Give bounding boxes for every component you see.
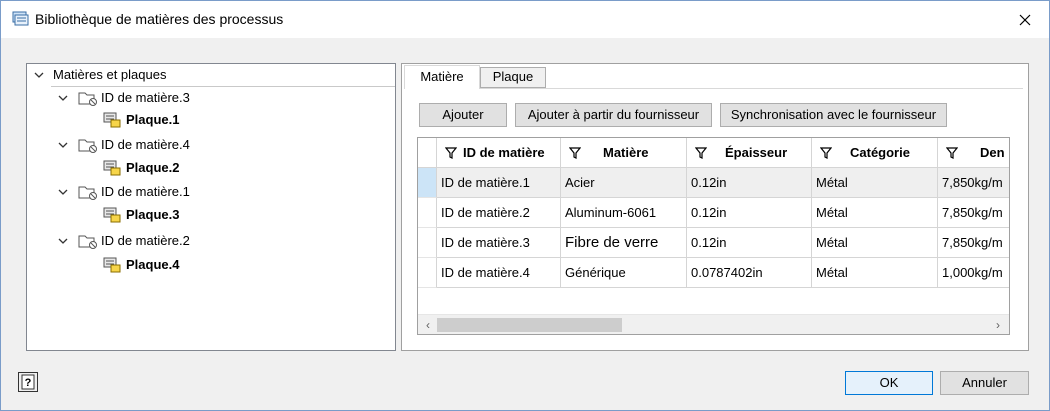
table-corner: [418, 138, 437, 168]
table-cell[interactable]: ID de matière.3: [437, 228, 561, 258]
tree-item-material[interactable]: ID de matière.2: [57, 230, 190, 252]
tree-plate-label: Plaque.1: [126, 112, 180, 127]
table-cell[interactable]: 0.12in: [687, 228, 812, 258]
column-header-id[interactable]: ID de matière: [437, 138, 561, 168]
tree-item-plate[interactable]: Plaque.4: [102, 254, 179, 276]
tree-item-label: ID de matière.4: [101, 137, 190, 152]
sync-supplier-button[interactable]: Synchronisation avec le fournisseur: [720, 103, 947, 127]
column-header-epaisseur[interactable]: Épaisseur: [687, 138, 812, 168]
close-icon[interactable]: [1015, 10, 1035, 30]
column-header-label: ID de matière: [463, 145, 545, 160]
chevron-down-icon[interactable]: [57, 139, 69, 151]
tree-item-material[interactable]: ID de matière.1: [57, 181, 190, 203]
table-cell[interactable]: Générique: [561, 258, 687, 288]
filter-icon[interactable]: [946, 147, 958, 159]
material-folder-icon: [78, 186, 97, 200]
table-cell[interactable]: ID de matière.4: [437, 258, 561, 288]
plate-icon: [103, 112, 121, 128]
tree-root-label: Matières et plaques: [51, 64, 395, 87]
chevron-down-icon[interactable]: [33, 69, 45, 81]
table-cell[interactable]: 0.0787402in: [687, 258, 812, 288]
svg-text:?: ?: [25, 377, 32, 389]
table-cell[interactable]: Métal: [812, 258, 938, 288]
column-header-categorie[interactable]: Catégorie: [812, 138, 938, 168]
chevron-down-icon[interactable]: [57, 186, 69, 198]
tree-plate-label: Plaque.4: [126, 257, 180, 272]
table-cell[interactable]: Métal: [812, 168, 938, 198]
row-selector[interactable]: [418, 198, 437, 228]
table-cell[interactable]: Métal: [812, 228, 938, 258]
table-cell[interactable]: Fibre de verre: [561, 228, 687, 258]
tree-plate-label: Plaque.2: [126, 160, 180, 175]
material-tree[interactable]: Matières et plaques ID de matière.3 Plaq…: [26, 63, 396, 351]
material-folder-icon: [78, 235, 97, 249]
material-folder-icon: [78, 139, 97, 153]
filter-icon[interactable]: [569, 147, 581, 159]
table-cell[interactable]: ID de matière.2: [437, 198, 561, 228]
table-cell[interactable]: 0.12in: [687, 168, 812, 198]
plate-icon: [103, 257, 121, 273]
table-cell[interactable]: 7,850kg/m: [938, 198, 1009, 228]
help-button[interactable]: ?: [18, 372, 38, 392]
table-cell[interactable]: 1,000kg/m: [938, 258, 1009, 288]
row-selector[interactable]: [418, 168, 437, 198]
plate-icon: [103, 207, 121, 223]
column-header-densite[interactable]: Den: [938, 138, 1009, 168]
cancel-button[interactable]: Annuler: [940, 371, 1029, 395]
column-header-label: Den: [980, 145, 1005, 160]
row-selector[interactable]: [418, 258, 437, 288]
tree-item-plate[interactable]: Plaque.2: [102, 157, 179, 179]
scroll-right-icon[interactable]: ›: [991, 318, 1005, 332]
table-cell[interactable]: ID de matière.1: [437, 168, 561, 198]
column-header-label: Matière: [603, 145, 649, 160]
tab-plaque[interactable]: Plaque: [480, 67, 546, 88]
ok-button[interactable]: OK: [845, 371, 933, 395]
tree-item-material[interactable]: ID de matière.4: [57, 134, 190, 156]
horizontal-scrollbar[interactable]: ‹ ›: [418, 314, 1009, 334]
dialog-window: Bibliothèque de matières des processus M…: [0, 0, 1050, 411]
materials-table[interactable]: ID de matière Matière Épaisseur Catégori…: [417, 137, 1010, 335]
material-library-icon: [12, 11, 29, 26]
chevron-down-icon[interactable]: [57, 235, 69, 247]
tree-item-label: ID de matière.1: [101, 184, 190, 199]
scrollbar-thumb[interactable]: [437, 318, 622, 332]
plate-icon: [103, 160, 121, 176]
scroll-left-icon[interactable]: ‹: [421, 318, 435, 332]
tree-plate-label: Plaque.3: [126, 207, 180, 222]
tab-matiere[interactable]: Matière: [404, 65, 480, 89]
table-cell[interactable]: Acier: [561, 168, 687, 198]
table-cell[interactable]: 7,850kg/m: [938, 228, 1009, 258]
column-header-label: Épaisseur: [725, 145, 788, 160]
help-icon: ?: [21, 374, 35, 390]
tree-item-label: ID de matière.3: [101, 90, 190, 105]
tree-root[interactable]: Matières et plaques: [31, 64, 395, 87]
add-from-supplier-button[interactable]: Ajouter à partir du fournisseur: [515, 103, 712, 127]
row-selector[interactable]: [418, 228, 437, 258]
filter-icon[interactable]: [820, 147, 832, 159]
filter-icon[interactable]: [695, 147, 707, 159]
filter-icon[interactable]: [445, 147, 457, 159]
column-header-label: Catégorie: [850, 145, 910, 160]
tree-item-plate[interactable]: Plaque.1: [102, 109, 179, 131]
add-button[interactable]: Ajouter: [419, 103, 507, 127]
material-folder-icon: [78, 92, 97, 106]
tree-item-plate[interactable]: Plaque.3: [102, 204, 179, 226]
chevron-down-icon[interactable]: [57, 92, 69, 104]
tree-item-label: ID de matière.2: [101, 233, 190, 248]
table-cell[interactable]: 7,850kg/m: [938, 168, 1009, 198]
window-title: Bibliothèque de matières des processus: [35, 11, 284, 27]
title-bar: Bibliothèque de matières des processus: [1, 1, 1049, 39]
table-cell[interactable]: 0.12in: [687, 198, 812, 228]
table-cell[interactable]: Aluminum-6061: [561, 198, 687, 228]
tree-item-material[interactable]: ID de matière.3: [57, 87, 190, 109]
table-cell[interactable]: Métal: [812, 198, 938, 228]
column-header-matiere[interactable]: Matière: [561, 138, 687, 168]
